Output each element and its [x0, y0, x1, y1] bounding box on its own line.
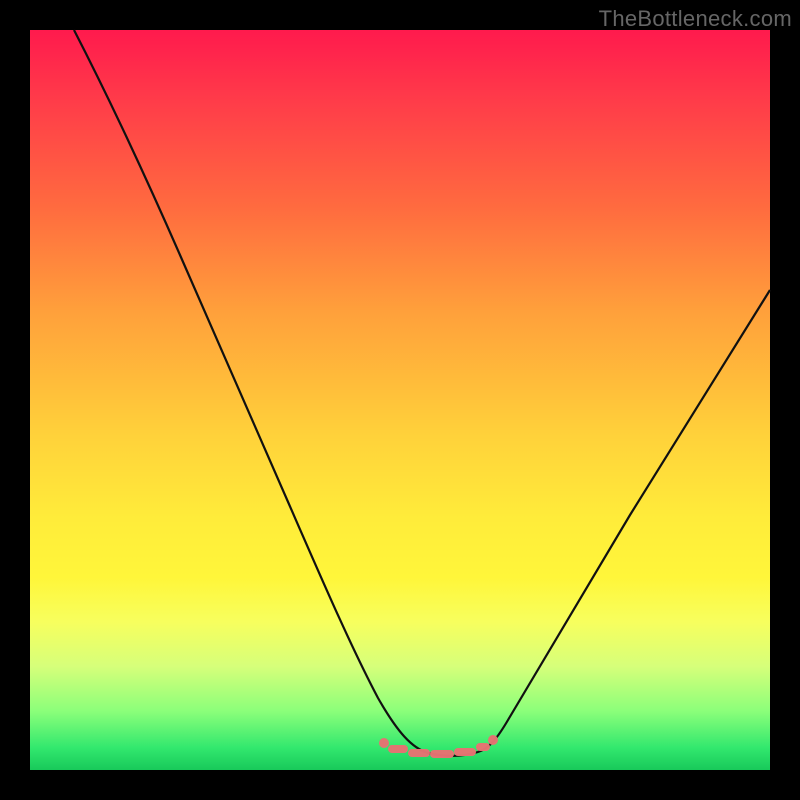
chart-frame: TheBottleneck.com [0, 0, 800, 800]
valley-marker-seg-5 [476, 743, 490, 751]
curve-path [74, 30, 770, 756]
valley-marker-seg-2 [408, 749, 430, 757]
plot-area [30, 30, 770, 770]
valley-marker-seg-3 [430, 750, 454, 758]
valley-marker-seg-4 [454, 748, 476, 756]
valley-marker-seg-1 [388, 745, 408, 753]
watermark-text: TheBottleneck.com [599, 6, 792, 32]
bottleneck-curve [30, 30, 770, 770]
valley-marker-dot-right [488, 735, 498, 745]
